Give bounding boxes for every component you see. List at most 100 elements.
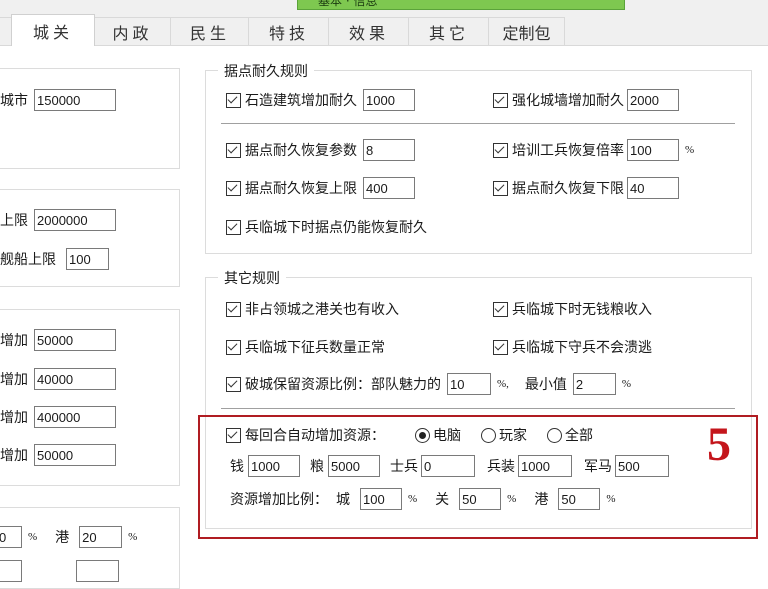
port-income-checkbox[interactable] [226, 301, 241, 317]
stone-building-label: 石造建筑增加耐久 [245, 93, 357, 109]
food-limit-input[interactable]: 2000000 [34, 209, 116, 231]
siege-no-flee-label: 兵临城下守兵不会溃逃 [512, 340, 652, 356]
retain-resources-row: 破城保留资源比例：部队魅力的 10 %, 最小值 2 % [226, 373, 631, 395]
siege-no-flee-row: 兵临城下守兵不会溃逃 [493, 337, 652, 357]
addition-label: 关增加 [0, 410, 28, 426]
min-value-label: 最小值 [524, 377, 567, 393]
port-ratio-input[interactable]: 20 [79, 526, 123, 548]
min-value-input[interactable]: 2 [572, 373, 616, 395]
recover-min-checkbox[interactable] [493, 180, 508, 196]
big-city-label: 大城市 [0, 93, 28, 109]
recover-max-input[interactable]: 400 [363, 177, 415, 199]
tab-label: 城关 [32, 22, 73, 42]
addition-row: 关增加 40000 [0, 368, 116, 390]
big-city-row: 大城市 150000 [0, 89, 116, 111]
retain-resources-label: 破城保留资源比例：部队魅力的 [245, 377, 441, 393]
addition-label: 关增加 [0, 372, 28, 388]
big-city-input[interactable]: 150000 [34, 89, 116, 111]
annotation-highlight-box [198, 415, 758, 539]
addition-label: 关增加 [0, 448, 28, 464]
addition-row: 关增加 50000 [0, 444, 116, 466]
percent-label: % [128, 531, 138, 543]
left-partial-input[interactable] [0, 560, 22, 582]
tab-custom-pack[interactable]: 定制包 [488, 17, 565, 45]
recover-max-row: 据点耐久恢复上限 400 [226, 177, 415, 199]
percent-label: %, [497, 378, 509, 390]
tab-livelihood[interactable]: 民生 [170, 17, 250, 45]
tab-city-pass[interactable]: 城关 [11, 14, 95, 46]
siege-conscript-label: 兵临城下征兵数量正常 [245, 340, 385, 356]
port-income-row: 非占领城之港关也有收入 [226, 299, 399, 319]
tab-label: 效果 [348, 23, 389, 43]
engineer-rate-row: 培训工兵恢复倍率 100 % [493, 139, 694, 161]
addition-input[interactable]: 400000 [34, 406, 116, 428]
reinforced-wall-input[interactable]: 2000 [627, 89, 679, 111]
tab-skills[interactable]: 特技 [248, 17, 330, 45]
recover-min-row: 据点耐久恢复下限 40 [493, 177, 679, 199]
food-limit-row: 粮上限 2000000 [0, 209, 116, 231]
other-rules-title: 其它规则 [218, 268, 286, 288]
left-partial-row [0, 560, 119, 582]
durability-rules-title: 据点耐久规则 [218, 61, 314, 81]
left-partial-input[interactable] [76, 560, 119, 582]
annotation-number: 5 [707, 418, 731, 471]
food-limit-label: 粮上限 [0, 213, 28, 229]
tab-internal-affairs[interactable]: 内政 [93, 17, 172, 45]
addition-input[interactable]: 50000 [34, 444, 116, 466]
engineer-rate-checkbox[interactable] [493, 142, 508, 158]
siege-recover-row: 兵临城下时据点仍能恢复耐久 [226, 217, 427, 237]
reinforced-wall-label: 强化城墙增加耐久 [512, 93, 624, 109]
recover-max-label: 据点耐久恢复上限 [245, 181, 357, 197]
retain-resources-input[interactable]: 10 [447, 373, 491, 395]
top-green-button-label: 基本 · 信息 [318, 0, 378, 8]
tab-label: 定制包 [502, 23, 551, 43]
retain-resources-checkbox[interactable] [226, 376, 241, 392]
addition-input[interactable]: 50000 [34, 329, 116, 351]
recover-min-label: 据点耐久恢复下限 [512, 181, 624, 197]
left-group-city [0, 68, 180, 169]
siege-no-income-checkbox[interactable] [493, 301, 508, 317]
siege-no-flee-checkbox[interactable] [493, 339, 508, 355]
tab-label: 内政 [112, 23, 153, 43]
tab-others[interactable]: 其它 [408, 17, 490, 45]
siege-recover-checkbox[interactable] [226, 219, 241, 235]
addition-row: 关增加 50000 [0, 329, 116, 351]
addition-input[interactable]: 40000 [34, 368, 116, 390]
recover-max-checkbox[interactable] [226, 180, 241, 196]
separator [221, 408, 735, 409]
percent-label: % [621, 378, 632, 390]
left-ratio-row: 0 % 港 20 % [0, 526, 137, 548]
recover-min-input[interactable]: 40 [627, 177, 679, 199]
siege-conscript-checkbox[interactable] [226, 339, 241, 355]
tab-label: 特技 [268, 23, 309, 43]
engineer-rate-label: 培训工兵恢复倍率 [512, 143, 624, 159]
percent-label: % [28, 531, 38, 543]
recover-param-label: 据点耐久恢复参数 [245, 143, 357, 159]
recover-param-row: 据点耐久恢复参数 8 [226, 139, 415, 161]
stone-building-checkbox[interactable] [226, 92, 241, 108]
siege-no-income-label: 兵临城下时无钱粮收入 [512, 302, 652, 318]
reinforced-wall-checkbox[interactable] [493, 92, 508, 108]
engineer-rate-input[interactable]: 100 [627, 139, 679, 161]
ship-limit-row: 具舰船上限 100 [0, 248, 109, 270]
siege-conscript-row: 兵临城下征兵数量正常 [226, 337, 385, 357]
reinforced-wall-row: 强化城墙增加耐久 2000 [493, 89, 679, 111]
tab-effects[interactable]: 效果 [328, 17, 410, 45]
percent-label: % [685, 144, 695, 156]
ship-limit-input[interactable]: 100 [66, 248, 109, 270]
left-group-limits [0, 189, 180, 287]
addition-row: 关增加 400000 [0, 406, 116, 428]
addition-label: 关增加 [0, 333, 28, 349]
recover-param-input[interactable]: 8 [363, 139, 415, 161]
port-label: 港 [55, 530, 70, 546]
siege-recover-label: 兵临城下时据点仍能恢复耐久 [245, 220, 427, 236]
top-green-button[interactable]: 基本 · 信息 [297, 0, 625, 10]
tab-label: 民生 [189, 23, 230, 43]
stone-building-input[interactable]: 1000 [363, 89, 415, 111]
recover-param-checkbox[interactable] [226, 142, 241, 158]
separator [221, 123, 735, 124]
port-income-label: 非占领城之港关也有收入 [245, 302, 399, 318]
tab-bar: 城关 内政 民生 特技 效果 其它 定制包 [0, 12, 768, 46]
left-ratio-input[interactable]: 0 [0, 526, 22, 548]
siege-no-income-row: 兵临城下时无钱粮收入 [493, 299, 652, 319]
